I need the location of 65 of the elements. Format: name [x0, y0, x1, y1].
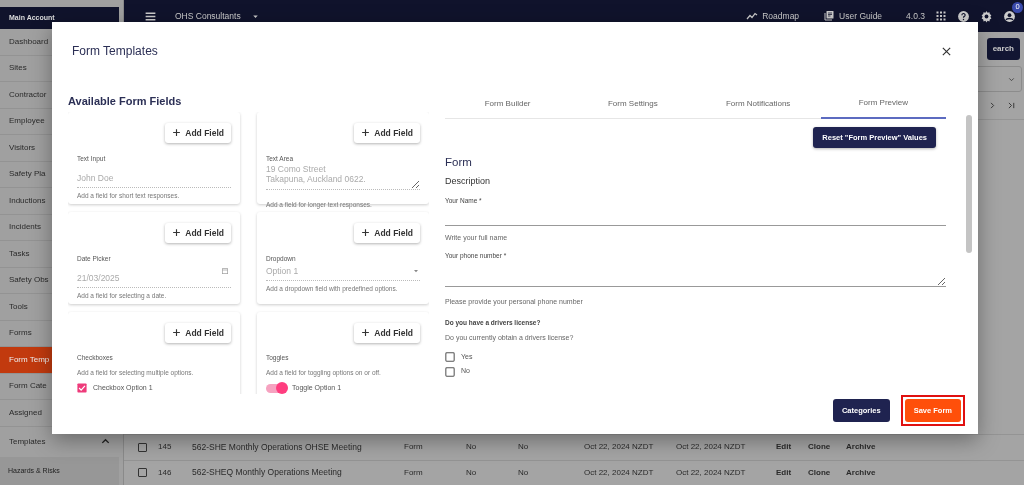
table-cell-text: 145 [158, 441, 173, 454]
settings-icon[interactable] [980, 9, 993, 23]
table-cell-text: Oct 22, 2024 NZDT [676, 466, 747, 479]
nav-link[interactable]: User Guide [839, 9, 883, 23]
search-button[interactable]: earch [986, 38, 1020, 60]
table-cell-text: Form [404, 441, 424, 454]
row-action-link[interactable]: Clone [808, 466, 846, 479]
tab[interactable]: Form Notifications [695, 91, 821, 119]
trend-line-icon[interactable] [746, 10, 759, 22]
account-switcher[interactable]: OHS Consultants [175, 9, 241, 23]
table-cell-text: No [466, 441, 478, 454]
date-picker-field[interactable]: 21/03/2025 [77, 271, 231, 288]
table-cell-text: 562-SHE Monthly Operations OHSE Meeting [192, 440, 363, 454]
tab[interactable]: Form Builder [445, 91, 571, 119]
apps-grid-icon[interactable] [935, 10, 947, 22]
add-field-button[interactable]: Add Field [354, 122, 420, 144]
checkbox[interactable] [77, 383, 87, 393]
plus-icon [361, 228, 371, 238]
tab[interactable]: Form Settings [570, 91, 696, 119]
table-cell-text: No [518, 466, 530, 479]
table-cell-text: Oct 22, 2024 NZDT [584, 466, 655, 479]
sidebar-group[interactable]: Templates [0, 426, 123, 457]
add-field-button[interactable]: Add Field [165, 122, 231, 144]
row-action-link[interactable]: Edit [776, 466, 808, 479]
row-action-link[interactable]: Archive [846, 441, 884, 454]
plus-icon [361, 328, 371, 338]
plus-icon [172, 328, 182, 338]
plus-icon [172, 228, 182, 238]
table-cell-text: Oct 22, 2024 NZDT [584, 441, 655, 454]
table-cell-text: Form [404, 466, 424, 479]
table-cell-text: No [518, 441, 530, 454]
table-cell-text: 562-SHEQ Monthly Operations Meeting [192, 466, 343, 480]
table-cell-text: Oct 22, 2024 NZDT [676, 441, 747, 454]
checkbox[interactable] [445, 352, 455, 362]
form-title: Form [445, 155, 473, 171]
add-field-button[interactable]: Add Field [165, 222, 231, 244]
modal-title: Form Templates [72, 43, 158, 60]
scrollbar-thumb[interactable] [966, 115, 972, 253]
version-label: 4.0.3 [906, 9, 925, 23]
text-input-field[interactable]: John Doe [77, 171, 231, 188]
table-cell-text: 146 [158, 466, 173, 479]
plus-icon [172, 128, 182, 138]
table-cell-text: No [466, 466, 478, 479]
tab[interactable]: Form Preview [820, 91, 946, 119]
section-heading: Available Form Fields [68, 94, 183, 109]
close-icon[interactable] [941, 45, 952, 57]
add-field-button[interactable]: Add Field [354, 222, 420, 244]
toggle-switch[interactable] [266, 383, 286, 393]
checkbox[interactable] [445, 366, 455, 377]
add-field-button[interactable]: Add Field [165, 322, 231, 344]
help-icon[interactable] [957, 9, 970, 23]
checkbox[interactable] [138, 442, 147, 452]
plus-icon [361, 128, 371, 138]
row-action-link[interactable]: Clone [808, 441, 846, 454]
row-action-link[interactable]: Edit [776, 441, 808, 454]
row-action-link[interactable]: Archive [846, 466, 884, 479]
user-account-icon[interactable] [1003, 9, 1016, 23]
checkbox[interactable] [138, 468, 147, 478]
last-page-icon[interactable] [1007, 101, 1016, 110]
book-icon[interactable] [823, 10, 836, 22]
nav-link[interactable]: Roadmap [762, 9, 800, 23]
next-page-icon[interactable] [988, 101, 997, 110]
add-field-button[interactable]: Add Field [354, 322, 420, 344]
form-description: Description [445, 174, 492, 188]
text-area-field[interactable]: 19 Como Street Takapuna, Auckland 0622. [266, 164, 420, 190]
